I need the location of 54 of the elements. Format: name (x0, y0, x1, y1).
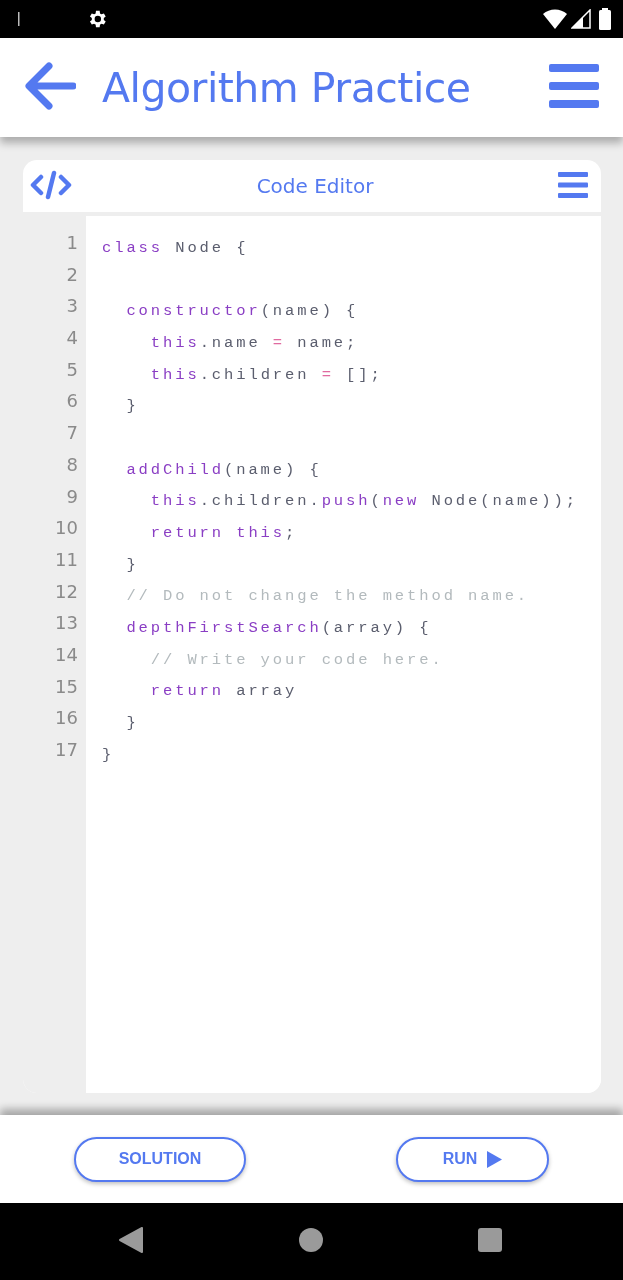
code-line: } (125, 714, 139, 733)
recents-button[interactable] (478, 1228, 502, 1255)
code-line: } (125, 555, 139, 574)
menu-icon (558, 171, 588, 198)
back-button[interactable] (25, 62, 76, 113)
line-number: 16 (55, 707, 78, 729)
editor-title: Code Editor (255, 174, 375, 198)
code-icon (30, 169, 72, 200)
line-number: 11 (55, 548, 78, 570)
recents-icon (478, 1228, 502, 1252)
editor-menu-button[interactable] (558, 171, 588, 201)
line-number: 17 (55, 739, 78, 760)
menu-icon (549, 64, 599, 108)
line-number: 8 (66, 453, 78, 475)
cursor-icon (18, 12, 20, 26)
run-button[interactable]: RUN (396, 1136, 549, 1182)
code-line: this.children = []; (149, 365, 383, 384)
line-number: 12 (55, 580, 78, 602)
code-line: depthFirstSearch(array) { (125, 619, 432, 638)
line-number: 3 (66, 295, 78, 317)
solution-button[interactable]: SOLUTION (74, 1136, 246, 1182)
line-number: 2 (66, 263, 78, 285)
line-number: 10 (55, 517, 78, 539)
back-icon (119, 1227, 143, 1253)
line-number: 9 (66, 485, 78, 507)
play-icon (487, 1150, 503, 1168)
code-line: this.name = name; (149, 333, 359, 352)
code-line: class Node { (102, 238, 249, 257)
home-button[interactable] (298, 1228, 323, 1255)
code-line: return this; (149, 524, 298, 543)
line-number: 1 (66, 232, 78, 253)
line-number: 6 (66, 390, 78, 412)
code-line: // Do not change the method name. (125, 587, 530, 606)
line-number: 14 (55, 643, 78, 665)
code-line: } (125, 397, 139, 416)
back-button[interactable] (119, 1227, 143, 1256)
code-line: } (102, 745, 115, 764)
line-number: 15 (55, 675, 78, 697)
code-line: addChild(name) { (125, 460, 322, 479)
signal-icon (571, 9, 591, 29)
code-line: constructor(name) { (125, 302, 359, 321)
line-number: 4 (66, 327, 78, 349)
battery-icon (599, 8, 611, 30)
back-arrow-icon (25, 62, 76, 110)
page-title: Algorithm Practice (102, 63, 472, 112)
code-line: // Write your code here. (149, 650, 444, 669)
wifi-icon (543, 9, 567, 29)
menu-button[interactable] (549, 64, 599, 111)
home-icon (298, 1228, 323, 1252)
line-number: 5 (66, 358, 78, 380)
code-line: this.children.push(new Node(name)); (149, 492, 578, 511)
line-number: 7 (66, 422, 78, 444)
code-line: return array (149, 682, 298, 701)
line-number: 13 (55, 612, 78, 634)
